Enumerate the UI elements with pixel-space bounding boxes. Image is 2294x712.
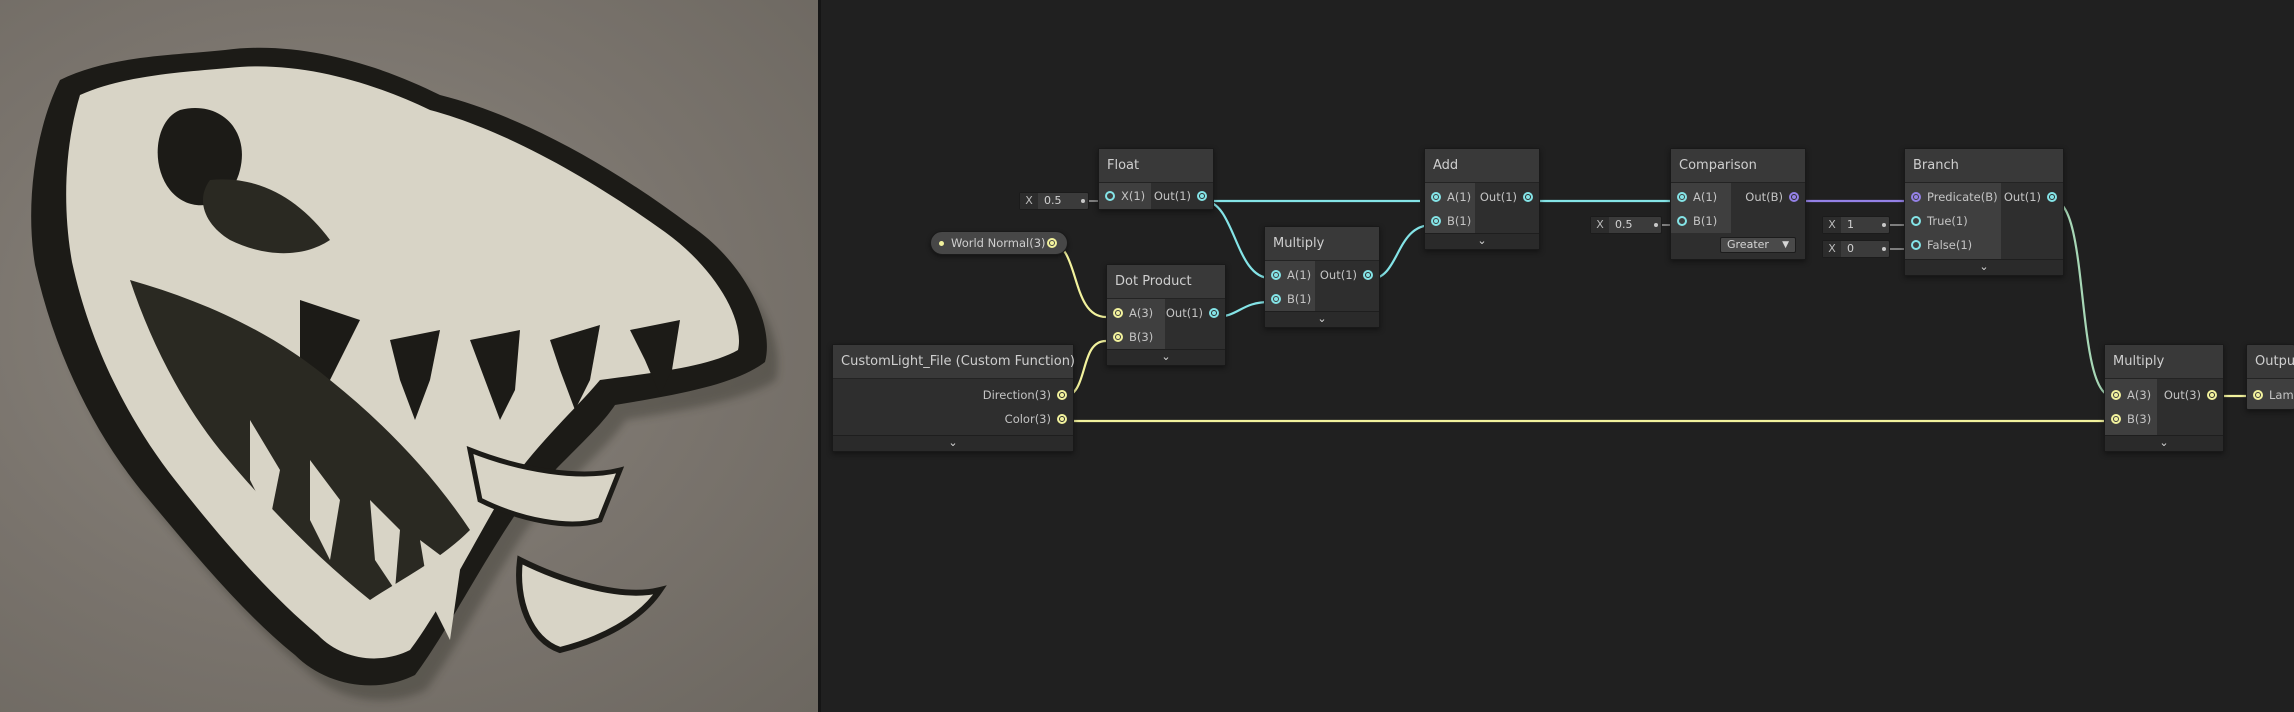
chevron-down-icon: ⌄ [1477,234,1487,247]
dot-input-a[interactable]: A(3) [1107,303,1153,323]
property-dot-icon [939,241,944,246]
add-input-b[interactable]: B(1) [1425,211,1471,231]
port-icon[interactable] [2253,390,2263,400]
field-connector-icon [1882,223,1886,227]
float-node-title: Float [1099,149,1213,183]
port-icon[interactable] [1523,192,1533,202]
dot-output[interactable]: Out(1) [1166,303,1225,323]
port-icon[interactable] [1271,270,1281,280]
port-icon[interactable] [1431,192,1441,202]
field-connector-icon [1081,199,1085,203]
chevron-down-icon: ⌄ [2159,436,2169,449]
custom-function-node[interactable]: CustomLight_File (Custom Function) Direc… [832,344,1075,452]
port-icon[interactable] [1113,308,1123,318]
field-connector-icon [1654,223,1658,227]
skull-preview-render [31,47,778,701]
float-x-field[interactable]: X 0.5 [1019,192,1089,210]
output-node[interactable]: Output Lamb [2246,344,2294,410]
collapse-button[interactable]: ⌄ [2105,435,2223,451]
add-input-a[interactable]: A(1) [1425,187,1471,207]
collapse-button[interactable]: ⌄ [833,435,1073,451]
port-icon[interactable] [2207,390,2217,400]
port-icon[interactable] [1677,192,1687,202]
comparison-b-field[interactable]: X 0.5 [1590,216,1662,234]
port-icon[interactable] [1197,191,1207,201]
port-icon[interactable] [1911,192,1921,202]
custom-function-output-direction[interactable]: Direction(3) [983,385,1073,405]
port-icon[interactable] [2047,192,2057,202]
port-icon[interactable] [1105,191,1115,201]
port-icon[interactable] [1363,270,1373,280]
branch-false-field[interactable]: X0 [1822,240,1890,258]
collapse-button[interactable]: ⌄ [1425,233,1539,249]
port-icon[interactable] [1057,414,1067,424]
chevron-down-icon: ⌄ [1317,312,1327,325]
custom-function-output-color[interactable]: Color(3) [1005,409,1073,429]
collapse-button[interactable]: ⌄ [1265,311,1379,327]
multiply-2-output[interactable]: Out(3) [2164,385,2223,405]
branch-node[interactable]: Branch Predicate(B) True(1) False(1) Out… [1904,148,2064,276]
add-title: Add [1425,149,1539,183]
port-icon[interactable] [1047,238,1057,248]
port-icon[interactable] [1431,216,1441,226]
custom-function-title: CustomLight_File (Custom Function) [833,345,1075,379]
field-connector-icon [1882,247,1886,251]
add-node[interactable]: Add A(1) B(1) Out(1) ⌄ [1424,148,1540,250]
chevron-down-icon: ⌄ [948,436,958,449]
multiply-1-output[interactable]: Out(1) [1320,265,1379,285]
float-output[interactable]: Out(1) [1154,186,1213,206]
add-output[interactable]: Out(1) [1480,187,1539,207]
multiply-2-input-b[interactable]: B(3) [2105,409,2151,429]
branch-input-false[interactable]: False(1) [1905,235,1972,255]
chevron-down-icon: ⌄ [1979,260,1989,273]
chevron-down-icon: ⌄ [1161,350,1171,363]
output-title: Output [2247,345,2294,379]
collapse-button[interactable]: ⌄ [1107,349,1225,365]
port-icon[interactable] [2111,390,2121,400]
multiply-node-1[interactable]: Multiply A(1) B(1) Out(1) ⌄ [1264,226,1380,328]
port-icon[interactable] [1911,216,1921,226]
dot-input-b[interactable]: B(3) [1107,327,1153,347]
comparison-title: Comparison [1671,149,1805,183]
caret-down-icon: ▼ [1782,240,1789,250]
comparison-mode-dropdown[interactable]: Greater ▼ [1720,237,1796,253]
output-input-lambert[interactable]: Lamb [2247,385,2294,405]
port-icon[interactable] [1911,240,1921,250]
dot-product-title: Dot Product [1107,265,1225,299]
multiply-node-2[interactable]: Multiply A(3) B(3) Out(3) ⌄ [2104,344,2224,452]
branch-true-field[interactable]: X1 [1822,216,1890,234]
multiply-1-title: Multiply [1265,227,1379,261]
port-icon[interactable] [1209,308,1219,318]
branch-input-true[interactable]: True(1) [1905,211,1968,231]
multiply-2-title: Multiply [2105,345,2223,379]
comparison-input-b[interactable]: B(1) [1671,211,1717,231]
port-icon[interactable] [1057,390,1067,400]
world-normal-property[interactable]: World Normal(3) [930,231,1068,255]
port-icon[interactable] [2111,414,2121,424]
comparison-input-a[interactable]: A(1) [1671,187,1717,207]
multiply-1-input-a[interactable]: A(1) [1265,265,1311,285]
branch-input-predicate[interactable]: Predicate(B) [1905,187,1998,207]
multiply-1-input-b[interactable]: B(1) [1265,289,1311,309]
port-icon[interactable] [1271,294,1281,304]
port-icon[interactable] [1789,192,1799,202]
comparison-node[interactable]: Comparison A(1) B(1) Out(B) Greater ▼ [1670,148,1806,260]
multiply-2-input-a[interactable]: A(3) [2105,385,2151,405]
collapse-button[interactable]: ⌄ [1905,259,2063,275]
float-input-x[interactable]: X(1) [1099,186,1145,206]
material-preview[interactable] [0,0,818,712]
branch-title: Branch [1905,149,2063,183]
branch-output[interactable]: Out(1) [2004,187,2063,207]
port-icon[interactable] [1677,216,1687,226]
port-icon[interactable] [1113,332,1123,342]
float-node[interactable]: Float X(1) Out(1) [1098,148,1214,210]
comparison-output[interactable]: Out(B) [1745,187,1805,207]
dot-product-node[interactable]: Dot Product A(3) B(3) Out(1) ⌄ [1106,264,1226,366]
